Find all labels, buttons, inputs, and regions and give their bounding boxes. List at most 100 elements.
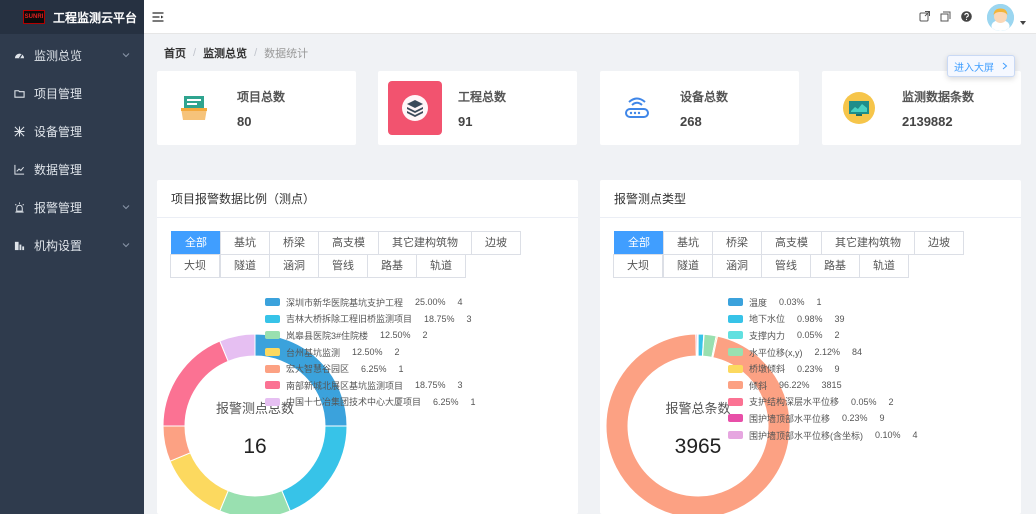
sidebar-item-label: 报警管理 [34,200,83,215]
caret-down-icon[interactable] [1020,21,1026,25]
tab-category[interactable]: 管线 [761,254,811,278]
tab-category[interactable]: 基坑 [663,231,713,255]
menu-toggle-icon[interactable] [152,11,164,23]
legend-item[interactable]: 支护结构深层水平位移 0.05% 2 [728,394,918,411]
sidebar-item-label: 设备管理 [34,124,83,139]
pie-slice[interactable] [701,333,705,357]
enter-bigscreen-button[interactable]: 进入大屏 [947,55,1015,77]
sidebar-item-label: 监测总览 [34,48,83,63]
app-logo[interactable]: SUNRI 工程监测云平台 [0,0,144,34]
pie-slice[interactable] [169,452,229,512]
sidebar-item-organization[interactable]: 机构设置 [0,226,144,264]
breadcrumb-home[interactable]: 首页 [164,45,186,61]
legend-item[interactable]: 倾斜 96.22% 3815 [728,377,918,394]
legend-item[interactable]: 支撑内力 0.05% 2 [728,327,918,344]
legend-item[interactable]: 南部新城北展区基坑监测项目 18.75% 3 [265,377,476,394]
legend-item[interactable]: 台州基坑监测 12.50% 2 [265,344,476,361]
legend-item[interactable]: 水平位移(x,y) 2.12% 84 [728,344,918,361]
pie-slice[interactable] [695,333,699,357]
stat-value: 2139882 [902,114,953,129]
tab-category[interactable]: 其它建构筑物 [378,231,472,255]
tab-category[interactable]: 路基 [367,254,417,278]
breadcrumb-overview[interactable]: 监测总览 [203,45,247,61]
pie-slice[interactable] [281,425,348,512]
legend-item[interactable]: 温度 0.03% 1 [728,294,918,311]
sidebar-item-projects[interactable]: 项目管理 [0,74,144,112]
tab-category[interactable]: 管线 [318,254,368,278]
tab-category[interactable]: 桥梁 [712,231,762,255]
tab-category[interactable]: 隧道 [220,254,270,278]
breadcrumb-separator: / [254,47,258,59]
legend-swatch [265,381,280,390]
panel-alarm-point-types: 报警测点类型 全部 基坑 桥梁 高支模 其它建构筑物 边坡 大坝 隧道 涵洞 管线 路基 轨道 报警总… [600,180,1021,514]
tab-category[interactable]: 桥梁 [269,231,319,255]
chevron-down-icon [122,53,130,58]
legend-item[interactable]: 宏大智慧谷园区 6.25% 1 [265,360,476,377]
tab-category[interactable]: 轨道 [416,254,466,278]
pie-slice[interactable] [219,333,256,362]
dashboard-icon [13,49,25,61]
legend-item[interactable]: 围护墙顶部水平位移(含坐标) 0.10% 4 [728,427,918,444]
help-icon[interactable] [961,11,972,22]
pie-slice[interactable] [695,333,698,357]
tab-category[interactable]: 基坑 [220,231,270,255]
pie-slice[interactable] [219,490,291,514]
legend-count: 3 [466,313,472,324]
legend-name: 深圳市新华医院基坑支护工程 [286,297,404,308]
pie-slice[interactable] [696,333,699,357]
legend-count: 2 [422,330,428,341]
legend-name: 吉林大桥拆除工程旧桥监测项目 [286,314,413,325]
pie-slice[interactable] [697,333,705,357]
tab-category[interactable]: 高支模 [318,231,379,255]
tab-category[interactable]: 大坝 [170,254,220,278]
legend-item[interactable]: 岚皋县医院3#住院楼 12.50% 2 [265,327,476,344]
tab-category[interactable]: 轨道 [859,254,909,278]
tab-category[interactable]: 全部 [171,231,221,255]
legend-name: 支撑内力 [749,330,786,341]
sidebar-item-devices[interactable]: 设备管理 [0,112,144,150]
legend-swatch [265,397,280,406]
tab-category[interactable]: 边坡 [914,231,964,255]
donut-center-value: 16 [243,435,266,458]
tab-category[interactable]: 涵洞 [269,254,319,278]
legend-count: 84 [852,347,863,358]
panel-title: 项目报警数据比例（测点） [157,180,578,218]
sidebar-item-overview[interactable]: 监测总览 [0,36,144,74]
tab-category[interactable]: 全部 [614,231,664,255]
tab-category[interactable]: 其它建构筑物 [821,231,915,255]
sidebar-item-data[interactable]: 数据管理 [0,150,144,188]
legend-swatch [728,397,743,406]
legend-item[interactable]: 深圳市新华医院基坑支护工程 25.00% 4 [265,294,476,311]
stat-card-engineering: 工程总数 91 [378,71,577,145]
chevron-down-icon [122,243,130,248]
tab-category[interactable]: 涵洞 [712,254,762,278]
tab-category[interactable]: 隧道 [663,254,713,278]
pie-slice[interactable] [162,340,229,427]
sidebar: SUNRI 工程监测云平台 监测总览 项目管理 设备管理 数据管理 报警管理 机… [0,0,144,514]
alarm-icon [13,201,25,213]
stat-card-projects: 项目总数 80 [157,71,356,145]
legend-name: 岚皋县医院3#住院楼 [286,330,369,341]
legend-count: 39 [834,313,845,324]
tab-category[interactable]: 大坝 [613,254,663,278]
user-avatar[interactable] [987,4,1014,31]
legend-item[interactable]: 围护墙顶部水平位移 0.23% 9 [728,410,918,427]
fullscreen-icon[interactable] [940,11,951,22]
external-link-icon[interactable] [919,11,930,22]
sidebar-item-label: 项目管理 [34,86,83,101]
pie-slice[interactable] [702,333,717,358]
legend-item[interactable]: 中国十七冶集团技术中心大厦项目 6.25% 1 [265,394,476,411]
tab-category[interactable]: 高支模 [761,231,822,255]
tab-category[interactable]: 边坡 [471,231,521,255]
legend-item[interactable]: 吉林大桥拆除工程旧桥监测项目 18.75% 3 [265,311,476,328]
legend-item[interactable]: 地下水位 0.98% 39 [728,311,918,328]
pie-slice[interactable] [711,335,719,359]
tab-category[interactable]: 路基 [810,254,860,278]
legend-item[interactable]: 桥墩倾斜 0.23% 9 [728,360,918,377]
legend-name: 水平位移(x,y) [749,347,803,358]
legend-swatch [265,348,280,357]
sidebar-item-alarms[interactable]: 报警管理 [0,188,144,226]
legend-name: 围护墙顶部水平位移(含坐标) [749,430,863,441]
legend-name: 地下水位 [749,314,786,325]
pie-slice[interactable] [162,425,191,462]
